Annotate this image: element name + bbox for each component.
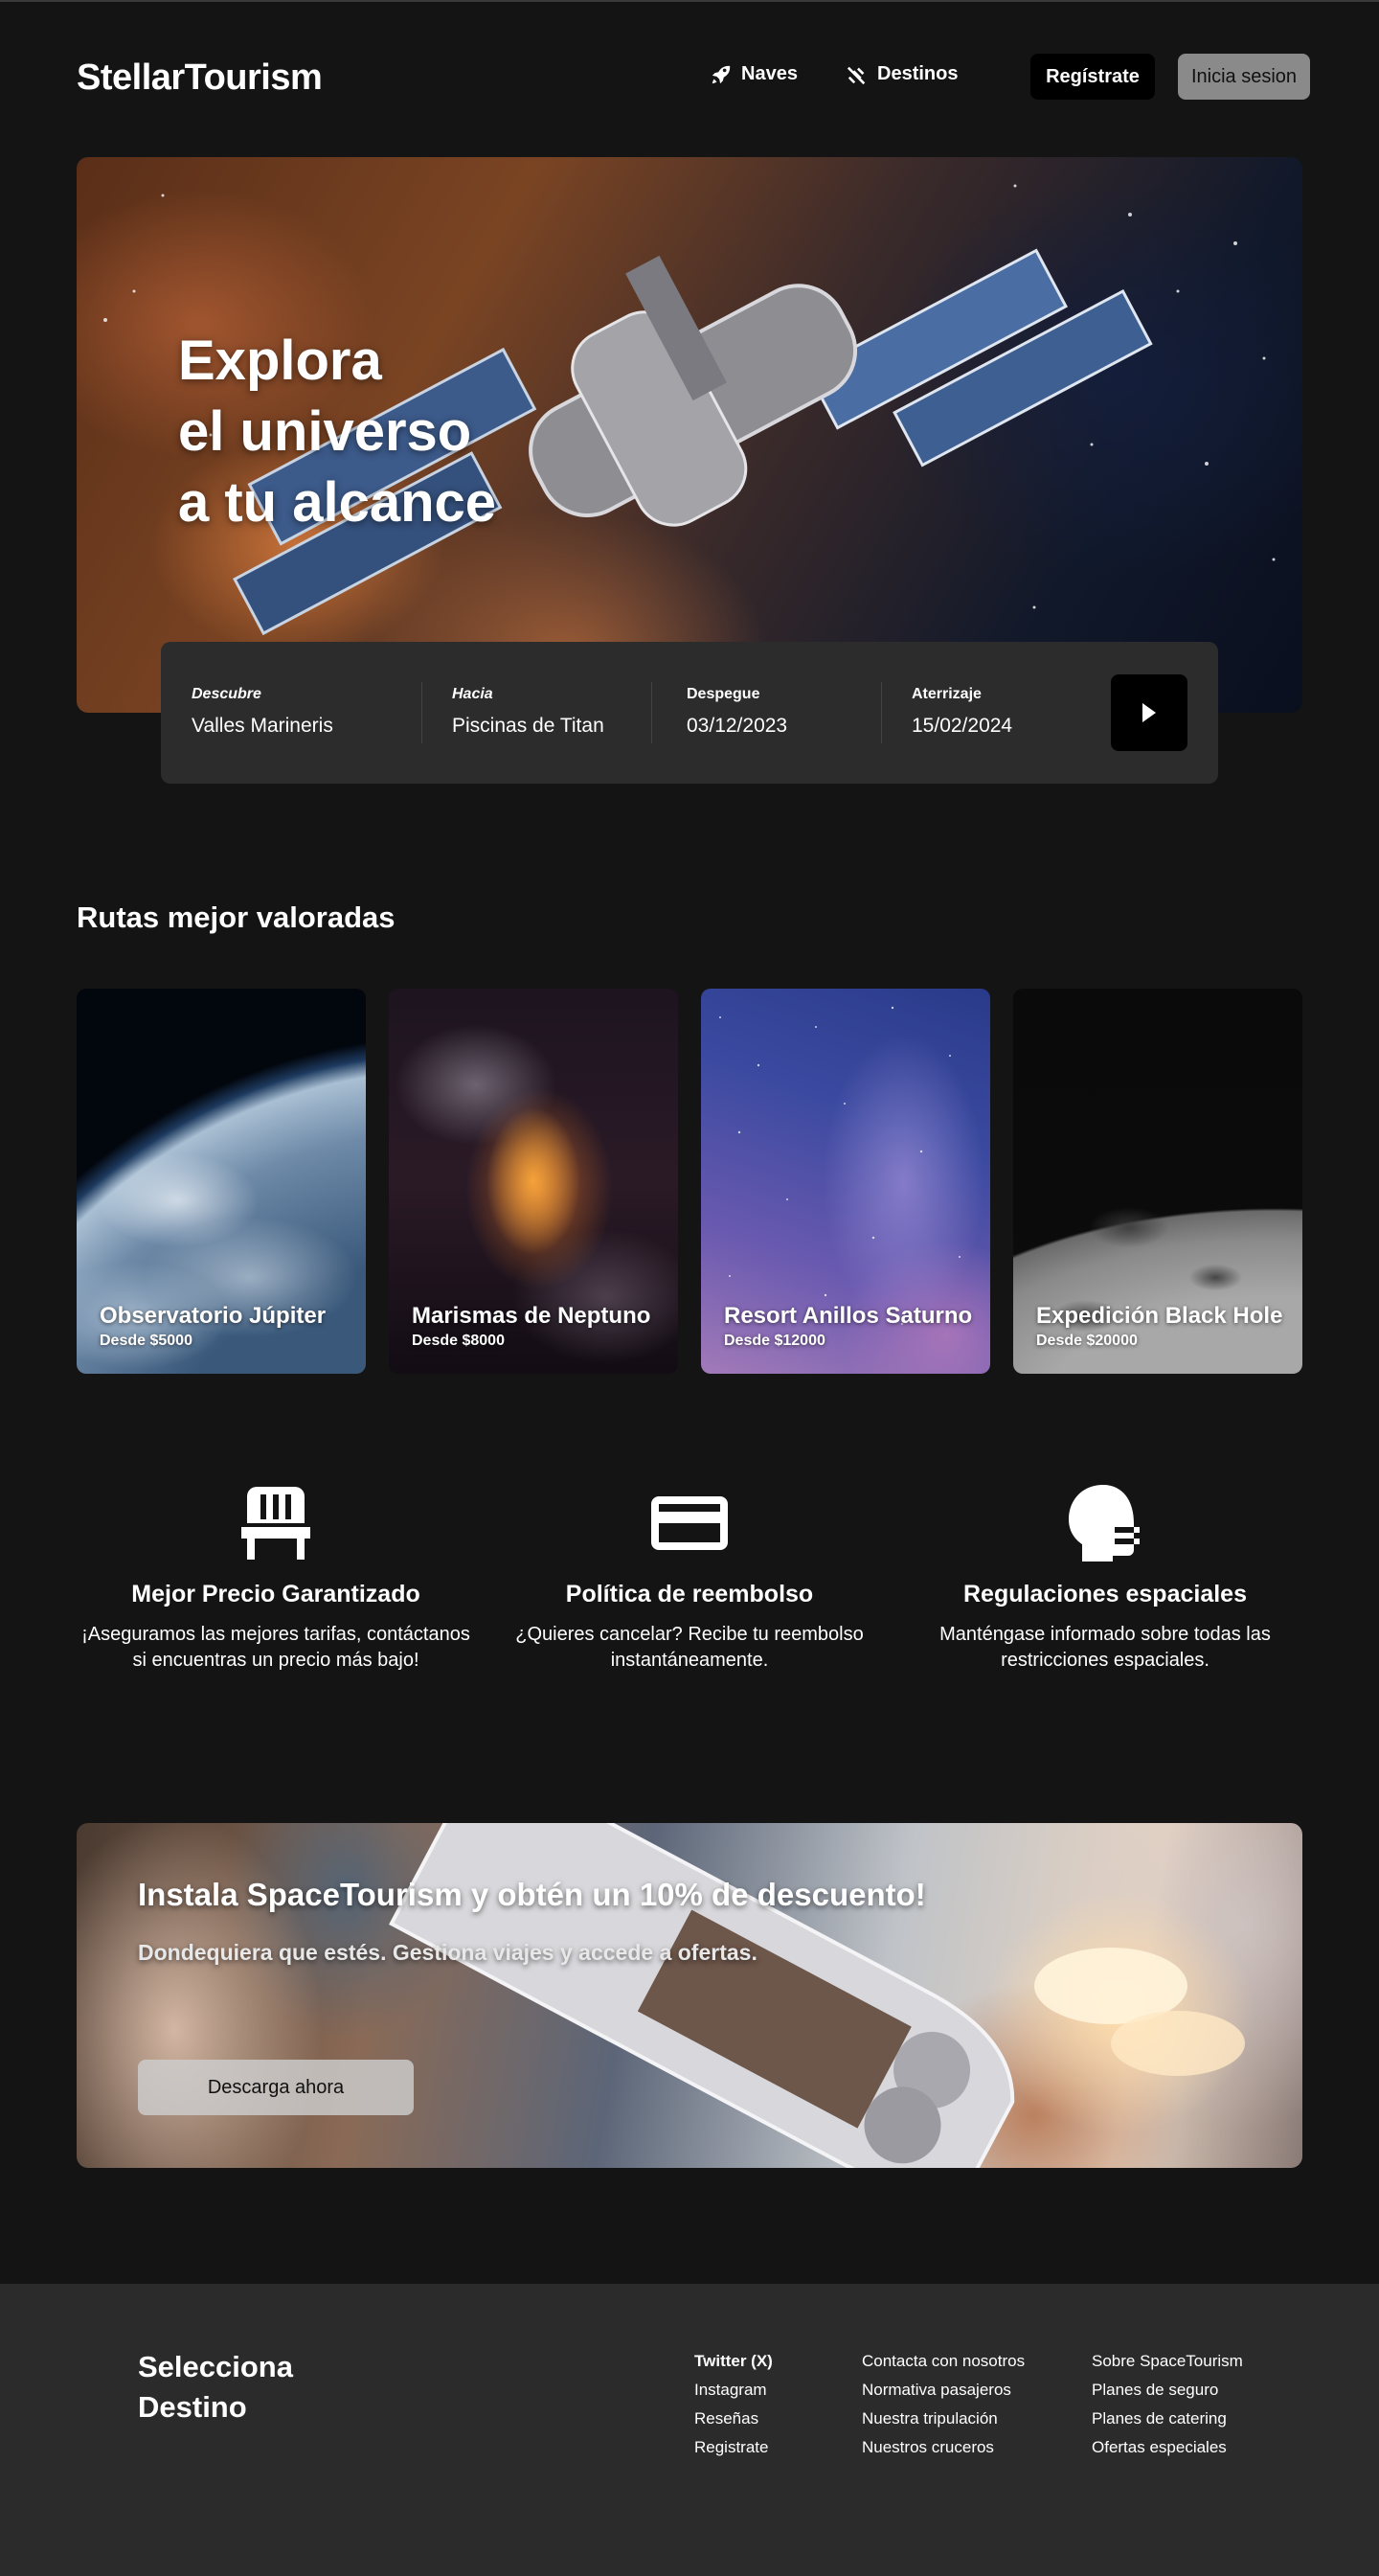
route-card-name: Observatorio Júpiter <box>100 1303 327 1329</box>
routes-section-title: Rutas mejor valoradas <box>77 900 396 934</box>
route-card-name: Expedición Black Hole <box>1036 1303 1283 1329</box>
to-field[interactable]: Hacia Piscinas de Titan <box>452 686 604 738</box>
feature-space-regulations: Regulaciones espaciales Manténgase infor… <box>904 1483 1306 1674</box>
footer-link-insurance[interactable]: Planes de seguro <box>1092 2376 1243 2405</box>
to-value[interactable]: Piscinas de Titan <box>452 715 604 738</box>
register-button[interactable]: Regístrate <box>1030 54 1155 100</box>
feature-description: Manténgase informado sobre todas las res… <box>904 1622 1306 1674</box>
astronaut-helmet-icon <box>1069 1485 1140 1562</box>
footer-link-twitter[interactable]: Twitter (X) <box>694 2347 773 2376</box>
feature-title: Regulaciones espaciales <box>963 1581 1247 1607</box>
route-card-price: Desde $20000 <box>1036 1333 1138 1349</box>
site-footer: Selecciona Destino Twitter (X) Instagram… <box>0 2284 1379 2576</box>
rocket-icon <box>712 65 731 83</box>
credit-card-icon <box>651 1496 728 1550</box>
footer-link-instagram[interactable]: Instagram <box>694 2376 773 2405</box>
hero-title: Explora el universo a tu alcance <box>178 326 496 538</box>
nav-naves-label: Naves <box>741 63 798 84</box>
login-button[interactable]: Inicia sesion <box>1178 54 1310 100</box>
feature-description: ¡Aseguramos las mejores tarifas, contáct… <box>75 1622 477 1674</box>
footer-link-register[interactable]: Registrate <box>694 2433 773 2462</box>
route-card-price: Desde $5000 <box>100 1333 192 1349</box>
landing-field[interactable]: Aterrizaje 15/02/2024 <box>912 686 1012 738</box>
hero-title-line: Explora <box>178 330 382 392</box>
route-card-name: Marismas de Neptuno <box>412 1303 651 1329</box>
footer-company-links: Sobre SpaceTourism Planes de seguro Plan… <box>1092 2347 1243 2462</box>
hero-banner: Explora el universo a tu alcance <box>77 157 1302 713</box>
footer-social-links: Twitter (X) Instagram Reseñas Registrate <box>694 2347 773 2462</box>
feature-title: Mejor Precio Garantizado <box>131 1581 420 1607</box>
hero-title-line: el universo <box>178 400 472 463</box>
top-divider <box>0 0 1379 2</box>
landing-value[interactable]: 15/02/2024 <box>912 715 1012 738</box>
footer-title-line: Selecciona <box>138 2350 293 2383</box>
site-logo[interactable]: StellarTourism <box>77 57 323 99</box>
feature-description-line: Manténgase informado sobre todas las <box>939 1624 1271 1645</box>
play-arrow-icon <box>1142 703 1156 722</box>
departure-label: Despegue <box>687 686 760 702</box>
footer-title-line: Destino <box>138 2390 247 2424</box>
trip-search-panel: Descubre Valles Marineris Hacia Piscinas… <box>161 642 1218 784</box>
feature-refund: Política de reembolso ¿Quieres cancelar?… <box>488 1483 891 1674</box>
hero-title-line: a tu alcance <box>178 471 497 534</box>
footer-link-about[interactable]: Sobre SpaceTourism <box>1092 2347 1243 2376</box>
departure-value[interactable]: 03/12/2023 <box>687 715 787 738</box>
feature-description: ¿Quieres cancelar? Recibe tu reembolso i… <box>488 1622 891 1674</box>
route-card[interactable]: Observatorio Júpiter Desde $5000 <box>77 989 366 1374</box>
feature-description-line: ¿Quieres cancelar? Recibe tu reembolso <box>515 1624 864 1645</box>
footer-title: Selecciona Destino <box>138 2347 293 2428</box>
space-shuttle-image <box>389 1823 1245 2168</box>
feature-description-line: instantáneamente. <box>610 1650 769 1671</box>
footer-link-passenger-rules[interactable]: Normativa pasajeros <box>862 2376 1025 2405</box>
footer-link-catering[interactable]: Planes de catering <box>1092 2405 1243 2433</box>
feature-description-line: ¡Aseguramos las mejores tarifas, contáct… <box>81 1624 470 1645</box>
footer-link-special-offers[interactable]: Ofertas especiales <box>1092 2433 1243 2462</box>
download-button[interactable]: Descarga ahora <box>138 2060 414 2115</box>
footer-info-links: Contacta con nosotros Normativa pasajero… <box>862 2347 1025 2462</box>
search-submit-button[interactable] <box>1111 674 1187 751</box>
footer-link-reviews[interactable]: Reseñas <box>694 2405 773 2433</box>
route-card-price: Desde $8000 <box>412 1333 505 1349</box>
route-card[interactable]: Resort Anillos Saturno Desde $12000 <box>701 989 990 1374</box>
chair-icon <box>241 1487 310 1560</box>
footer-link-cruises[interactable]: Nuestros cruceros <box>862 2433 1025 2462</box>
field-divider <box>881 682 882 743</box>
promo-title: Instala SpaceTourism y obtén un 10% de d… <box>138 1877 926 1912</box>
from-field[interactable]: Descubre Valles Marineris <box>192 686 333 738</box>
app-promo-banner: Instala SpaceTourism y obtén un 10% de d… <box>77 1823 1302 2168</box>
landing-label: Aterrizaje <box>912 686 982 702</box>
nav-naves[interactable]: Naves <box>711 63 798 85</box>
site-header: StellarTourism Naves Destinos Regístrate… <box>77 54 1310 102</box>
footer-link-crew[interactable]: Nuestra tripulación <box>862 2405 1025 2433</box>
from-label: Descubre <box>192 686 261 702</box>
feature-description-line: restricciones espaciales. <box>1001 1650 1209 1671</box>
footer-link-contact[interactable]: Contacta con nosotros <box>862 2347 1025 2376</box>
satellite-icon <box>847 66 866 84</box>
feature-description-line: si encuentras un precio más bajo! <box>132 1650 419 1671</box>
route-card[interactable]: Marismas de Neptuno Desde $8000 <box>389 989 678 1374</box>
nav-destinos[interactable]: Destinos <box>847 63 958 85</box>
nav-destinos-label: Destinos <box>877 63 959 84</box>
feature-title: Política de reembolso <box>565 1581 814 1607</box>
field-divider <box>651 682 652 743</box>
field-divider <box>421 682 422 743</box>
route-card-price: Desde $12000 <box>724 1333 825 1349</box>
departure-field[interactable]: Despegue 03/12/2023 <box>687 686 787 738</box>
feature-best-price: Mejor Precio Garantizado ¡Aseguramos las… <box>75 1483 477 1674</box>
route-card[interactable]: Expedición Black Hole Desde $20000 <box>1013 989 1302 1374</box>
promo-subtitle: Dondequiera que estés. Gestiona viajes y… <box>138 1940 757 1965</box>
to-label: Hacia <box>452 686 493 702</box>
route-card-name: Resort Anillos Saturno <box>724 1303 973 1329</box>
from-value[interactable]: Valles Marineris <box>192 715 333 738</box>
